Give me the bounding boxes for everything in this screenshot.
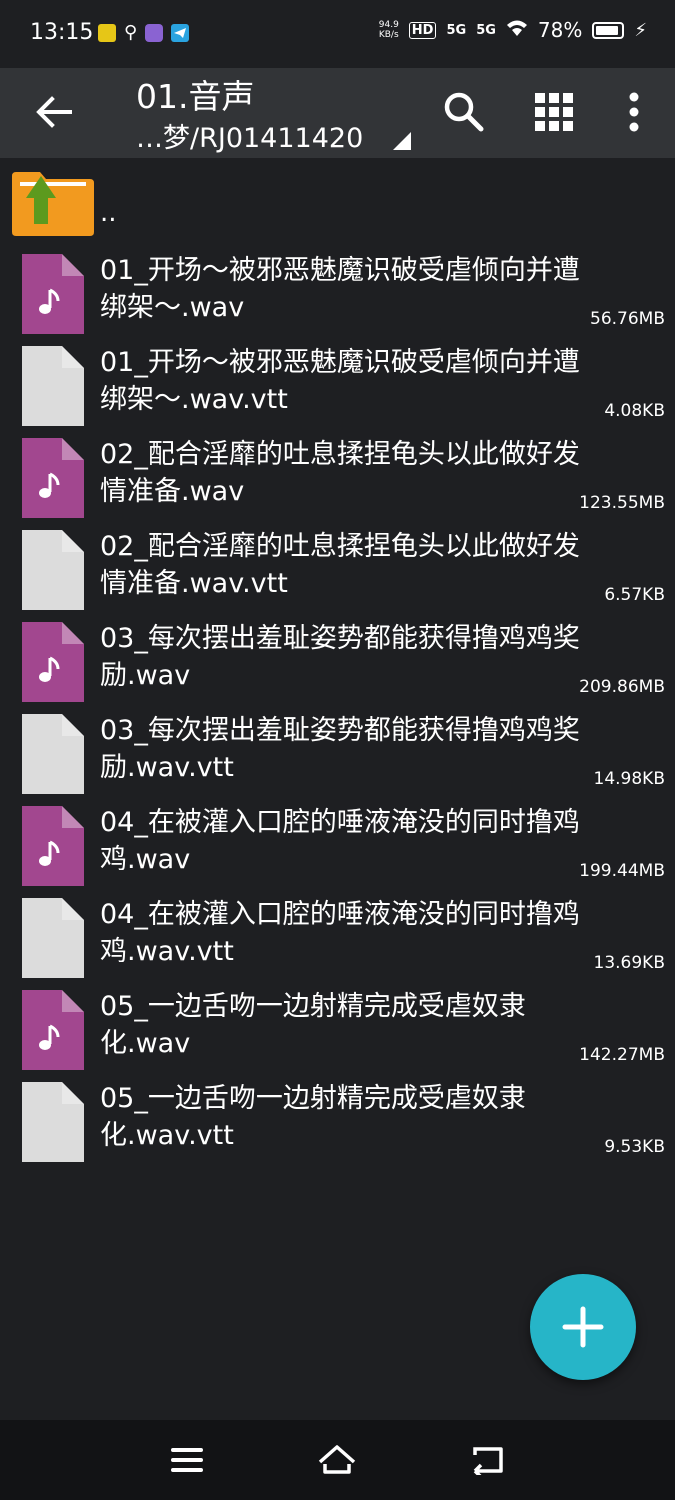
hd-icon: HD	[408, 21, 437, 39]
app-notification-icon	[145, 23, 164, 42]
parent-directory-label: ..	[100, 198, 117, 228]
text-file-icon	[22, 530, 84, 610]
nav-back-button[interactable]	[462, 1438, 512, 1482]
more-options-button[interactable]	[604, 82, 664, 142]
signal-sim1-icon: 5G	[446, 22, 467, 38]
path-breadcrumb[interactable]: …梦/RJ01411420	[136, 116, 363, 155]
page-title: 01.音声	[136, 77, 255, 116]
file-name: 02_配合淫靡的吐息揉捏龟头以此做好发情准备.wav	[100, 439, 580, 507]
file-size: 6.57KB	[604, 585, 665, 605]
wifi-icon	[506, 18, 528, 42]
grid-view-icon	[535, 93, 573, 131]
text-file-icon	[22, 714, 84, 794]
status-time: 13:15	[30, 20, 94, 45]
file-name: 01_开场～被邪恶魅魔识破受虐倾向并遭绑架～.wav	[100, 255, 580, 323]
notification-icons: ⚲	[98, 22, 190, 43]
audio-file-icon	[22, 622, 84, 702]
network-speed: 94.9 KB/s	[378, 20, 399, 40]
status-bar: 13:15 ⚲ 94.9 KB/s HD 5G 5G 78% ⚡	[0, 0, 675, 68]
file-size: 142.27MB	[579, 1045, 665, 1065]
path-dropdown-icon[interactable]	[393, 132, 411, 150]
text-file-icon	[22, 1082, 84, 1162]
arrow-left-icon	[36, 96, 72, 128]
file-row[interactable]: 03_每次摆出羞耻姿势都能获得撸鸡鸡奖励.wav.vtt 14.98KB	[0, 706, 675, 798]
file-size: 56.76MB	[590, 309, 665, 329]
file-list: .. 01_开场～被邪恶魅魔识破受虐倾向并遭绑架～.wav 56.76MB 01_开…	[0, 158, 675, 1166]
usb-icon: ⚲	[124, 22, 138, 43]
navigation-bar	[0, 1420, 675, 1500]
telegram-icon	[171, 23, 190, 42]
file-name: 03_每次摆出羞耻姿势都能获得撸鸡鸡奖励.wav.vtt	[100, 715, 580, 783]
file-name: 01_开场～被邪恶魅魔识破受虐倾向并遭绑架～.wav.vtt	[100, 347, 580, 415]
system-status-icons: 94.9 KB/s HD 5G 5G 78% ⚡	[379, 18, 647, 42]
view-mode-button[interactable]	[524, 82, 584, 142]
file-size: 13.69KB	[593, 953, 665, 973]
file-name: 05_一边舌吻一边射精完成受虐奴隶化.wav.vtt	[100, 1083, 526, 1151]
file-row[interactable]: 03_每次摆出羞耻姿势都能获得撸鸡鸡奖励.wav 209.86MB	[0, 614, 675, 706]
audio-file-icon	[22, 990, 84, 1070]
nav-home-button[interactable]	[312, 1438, 362, 1482]
battery-percent: 78%	[537, 18, 583, 42]
audio-file-icon	[22, 806, 84, 886]
file-row[interactable]: 02_配合淫靡的吐息揉捏龟头以此做好发情准备.wav.vtt 6.57KB	[0, 522, 675, 614]
battery-icon	[592, 21, 625, 39]
back-button[interactable]	[26, 84, 82, 140]
file-name: 02_配合淫靡的吐息揉捏龟头以此做好发情准备.wav.vtt	[100, 531, 580, 599]
home-icon	[318, 1445, 356, 1474]
search-button[interactable]	[434, 82, 494, 142]
audio-file-icon	[22, 438, 84, 518]
file-row[interactable]: 04_在被灌入口腔的唾液淹没的同时撸鸡鸡.wav 199.44MB	[0, 798, 675, 890]
file-size: 9.53KB	[604, 1137, 665, 1157]
file-row[interactable]: 01_开场～被邪恶魅魔识破受虐倾向并遭绑架～.wav 56.76MB	[0, 246, 675, 338]
file-name: 05_一边舌吻一边射精完成受虐奴隶化.wav	[100, 991, 526, 1059]
file-size: 199.44MB	[579, 861, 665, 881]
text-file-icon	[22, 898, 84, 978]
app-notification-icon	[98, 23, 116, 42]
more-vert-icon	[629, 92, 639, 132]
file-row[interactable]: 04_在被灌入口腔的唾液淹没的同时撸鸡鸡.wav.vtt 13.69KB	[0, 890, 675, 982]
file-row[interactable]: 02_配合淫靡的吐息揉捏龟头以此做好发情准备.wav 123.55MB	[0, 430, 675, 522]
charging-icon: ⚡	[634, 19, 647, 41]
parent-directory-row[interactable]: ..	[0, 158, 675, 246]
folder-up-icon	[12, 172, 94, 236]
file-size: 4.08KB	[604, 401, 665, 421]
file-size: 14.98KB	[593, 769, 665, 789]
search-icon	[444, 92, 484, 132]
file-size: 209.86MB	[579, 677, 665, 697]
text-file-icon	[22, 346, 84, 426]
toolbar: 01.音声 …梦/RJ01411420	[0, 68, 675, 158]
plus-icon	[562, 1306, 604, 1348]
nav-menu-button[interactable]	[162, 1438, 212, 1482]
file-name: 04_在被灌入口腔的唾液淹没的同时撸鸡鸡.wav.vtt	[100, 899, 580, 967]
file-row[interactable]: 01_开场～被邪恶魅魔识破受虐倾向并遭绑架～.wav.vtt 4.08KB	[0, 338, 675, 430]
audio-file-icon	[22, 254, 84, 334]
file-name: 03_每次摆出羞耻姿势都能获得撸鸡鸡奖励.wav	[100, 623, 580, 691]
file-row[interactable]: 05_一边舌吻一边射精完成受虐奴隶化.wav.vtt 9.53KB	[0, 1074, 675, 1166]
back-icon	[473, 1447, 503, 1475]
signal-sim2-icon: 5G	[476, 22, 496, 38]
file-row[interactable]: 05_一边舌吻一边射精完成受虐奴隶化.wav 142.27MB	[0, 982, 675, 1074]
file-name: 04_在被灌入口腔的唾液淹没的同时撸鸡鸡.wav	[100, 807, 580, 875]
file-size: 123.55MB	[579, 493, 665, 513]
menu-icon	[171, 1448, 203, 1472]
add-button[interactable]	[530, 1274, 636, 1380]
